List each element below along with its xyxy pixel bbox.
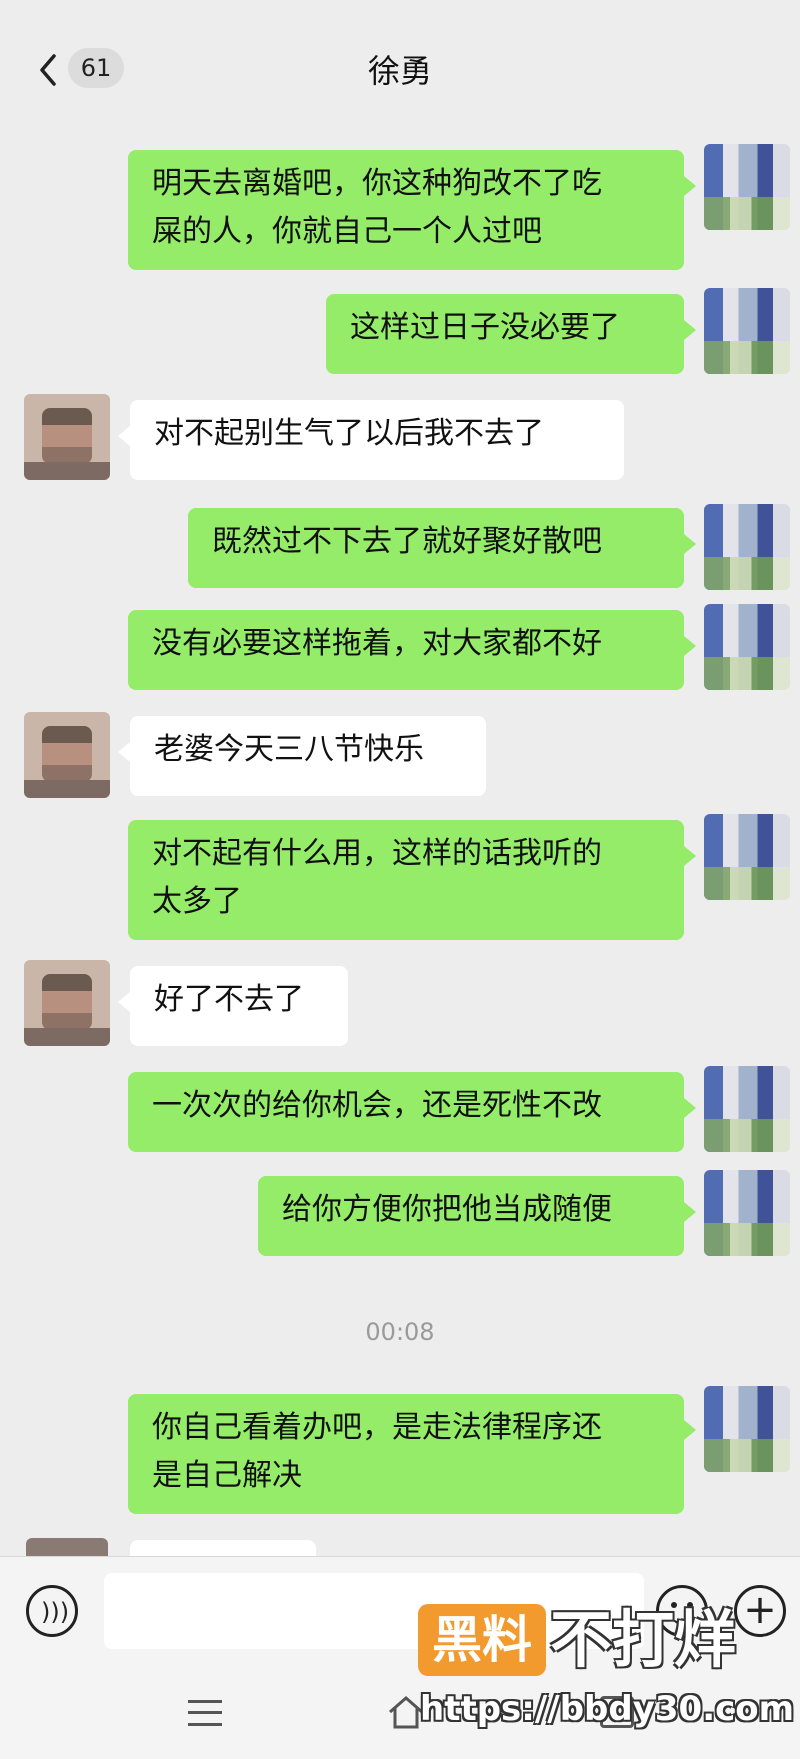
self-avatar[interactable] <box>704 1066 790 1152</box>
message-text: 老婆今天三八节快乐 <box>154 732 424 767</box>
message-bubble[interactable]: 好了不去了 <box>118 966 348 1046</box>
menu-icon[interactable] <box>188 1700 222 1726</box>
message-bubble[interactable]: 明天去离婚吧，你这种狗改不了吃 屎的人，你就自己一个人过吧 <box>128 150 696 270</box>
message-text: 既然过不下去了就好聚好散吧 <box>212 524 602 559</box>
message-text: 好了不去了 <box>154 982 304 1017</box>
self-avatar[interactable] <box>704 604 790 690</box>
message-bubble[interactable]: 这样过日子没必要了 <box>326 294 696 374</box>
self-avatar[interactable] <box>704 1170 790 1256</box>
message-text: 你自己看着办吧，是走法律程序还 是自己解决 <box>152 1410 602 1493</box>
message-bubble[interactable]: 既然过不下去了就好聚好散吧 <box>188 508 696 588</box>
watermark: 黑料 不打烊 https://bbdy30.com <box>418 1604 798 1754</box>
peer-avatar[interactable] <box>24 394 110 480</box>
message-timestamp: 00:08 <box>365 1318 435 1346</box>
message-bubble[interactable]: 对不起有什么用，这样的话我听的 太多了 <box>128 820 696 940</box>
message-bubble[interactable]: 你自己看着办吧，是走法律程序还 是自己解决 <box>128 1394 696 1514</box>
message-bubble[interactable]: 给你方便你把他当成随便 <box>258 1176 696 1256</box>
self-avatar[interactable] <box>704 1386 790 1472</box>
peer-avatar[interactable] <box>24 960 110 1046</box>
peer-avatar[interactable] <box>26 1538 108 1558</box>
message-text: 没有必要这样拖着，对大家都不好 <box>152 626 602 661</box>
watermark-url: https://bbdy30.com <box>420 1689 795 1729</box>
message-text: 给你方便你把他当成随便 <box>282 1192 612 1227</box>
self-avatar[interactable] <box>704 504 790 590</box>
message-bubble[interactable]: 老婆今天三八节快乐 <box>118 716 486 796</box>
self-avatar[interactable] <box>704 288 790 374</box>
self-avatar[interactable] <box>704 814 790 900</box>
message-text: 明天去离婚吧，你这种狗改不了吃 屎的人，你就自己一个人过吧 <box>152 166 602 249</box>
watermark-logo-text: 不打烊 <box>550 1603 737 1676</box>
watermark-logo-box: 黑料 <box>418 1604 546 1676</box>
message-bubble[interactable]: 对不起别生气了以后我不去了 <box>118 400 624 480</box>
message-text: 对不起有什么用，这样的话我听的 太多了 <box>152 836 602 919</box>
message-list: 明天去离婚吧，你这种狗改不了吃 屎的人，你就自己一个人过吧 这样过日子没必要了 … <box>0 0 800 1560</box>
voice-input-icon[interactable]: ))) <box>26 1585 78 1637</box>
message-text: 一次次的给你机会，还是死性不改 <box>152 1088 602 1123</box>
peer-avatar[interactable] <box>24 712 110 798</box>
message-bubble[interactable]: 没有必要这样拖着，对大家都不好 <box>128 610 696 690</box>
self-avatar[interactable] <box>704 144 790 230</box>
message-text: 这样过日子没必要了 <box>350 310 620 345</box>
message-bubble[interactable]: 一次次的给你机会，还是死性不改 <box>128 1072 696 1152</box>
message-text: 对不起别生气了以后我不去了 <box>154 416 544 451</box>
